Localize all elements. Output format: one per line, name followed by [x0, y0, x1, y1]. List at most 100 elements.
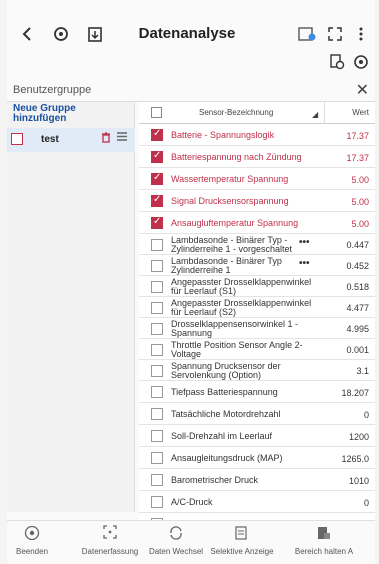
dataset-icon[interactable] — [297, 24, 317, 44]
sensor-value: 5.00 — [351, 175, 369, 185]
sensor-name: Angepasster Drosselklappenwinkel für Lee… — [171, 277, 312, 296]
swap-button[interactable]: Daten Wechsel — [141, 525, 211, 556]
row-checkbox[interactable] — [151, 302, 163, 314]
export-icon[interactable] — [85, 24, 105, 44]
menu-icon[interactable] — [117, 132, 127, 144]
sensor-name: Lambdasonde - Binärer Typ - Zylinderreih… — [171, 235, 293, 254]
row-checkbox[interactable] — [151, 365, 163, 377]
sensor-value: 0.518 — [346, 282, 369, 292]
table-row[interactable]: Angepasster Drosselklappenwinkel für Lee… — [139, 276, 375, 297]
sensor-name: Ansaugleitungsdruck (MAP) — [171, 453, 283, 463]
row-checkbox[interactable] — [151, 386, 163, 398]
bottom-toolbar: Beenden Datenerfassung Daten Wechsel Sel… — [7, 520, 375, 564]
row-checkbox[interactable] — [151, 430, 163, 442]
column-header-value[interactable]: Wert — [352, 108, 369, 117]
filter-button[interactable]: Selektive Anzeige — [207, 525, 277, 556]
sensor-value: 0.001 — [346, 345, 369, 355]
page-title: Datenanalyse — [138, 25, 236, 42]
stop-icon — [0, 525, 67, 543]
sort-icon[interactable]: ◢ — [312, 110, 318, 119]
sensor-name: Batteriespannung nach Zündung — [171, 152, 302, 162]
table-row[interactable]: Batterie - Spannungslogik 17.37 — [139, 124, 375, 146]
table-row[interactable]: Batteriespannung nach Zündung 17.37 — [139, 146, 375, 168]
row-checkbox[interactable] — [151, 452, 163, 464]
sensor-value: 17.37 — [346, 153, 369, 163]
capture-button[interactable]: Datenerfassung — [75, 525, 145, 556]
table-header: Sensor-Bezeichnung ◢ Wert — [139, 102, 375, 124]
document-settings-icon[interactable] — [327, 52, 347, 72]
row-checkbox[interactable] — [151, 323, 163, 335]
capture-label: Datenerfassung — [81, 547, 139, 556]
table-row[interactable]: Angepasster Drosselklappenwinkel für Lee… — [139, 297, 375, 318]
sensor-name: Tiefpass Batteriespannung — [171, 387, 278, 397]
row-checkbox[interactable] — [151, 194, 163, 207]
trash-icon[interactable] — [101, 132, 111, 146]
hold-button[interactable]: Bereich halten A — [289, 525, 359, 556]
row-checkbox[interactable] — [151, 496, 163, 508]
table-row[interactable]: A/C-Druck 0 — [139, 491, 375, 513]
back-icon[interactable] — [17, 24, 37, 44]
swap-label: Daten Wechsel — [148, 547, 204, 556]
sensor-value: 0 — [363, 498, 369, 508]
row-checkbox[interactable] — [151, 128, 163, 141]
sensor-value: 1010 — [348, 476, 369, 486]
user-group-label: Benutzergruppe — [13, 84, 92, 96]
table-row[interactable]: Ansaugluftemperatur Spannung 5.00 — [139, 212, 375, 234]
row-checkbox[interactable] — [151, 239, 163, 251]
column-header-name[interactable]: Sensor-Bezeichnung — [199, 108, 273, 117]
sensor-value: 5.00 — [351, 197, 369, 207]
table-row[interactable]: Soll-Drehzahl im Leerlauf 1200 — [139, 425, 375, 447]
row-checkbox[interactable] — [151, 474, 163, 486]
app-frame: Datenanalyse Benutzergruppe ✕ Neue Grupp… — [7, 0, 375, 564]
stop-button[interactable]: Beenden — [0, 525, 67, 556]
settings-icon[interactable] — [51, 24, 71, 44]
capture-icon — [75, 525, 145, 543]
table-row[interactable]: Spannung Drucksensor der Servolenkung (O… — [139, 360, 375, 381]
table-row[interactable]: Ansaugleitungsdruck (MAP) 1265.0 — [139, 447, 375, 469]
sensor-value: 0.452 — [346, 261, 369, 271]
user-group-header: Benutzergruppe ✕ — [7, 80, 375, 102]
row-checkbox[interactable] — [151, 260, 163, 272]
table-row[interactable]: Wassertemperatur Spannung 5.00 — [139, 168, 375, 190]
group-checkbox[interactable] — [11, 133, 23, 145]
table-row[interactable]: Drosselklappensensorwinkel 1 - Spannung 4… — [139, 318, 375, 339]
group-item[interactable]: test — [7, 128, 135, 152]
table-row[interactable]: Barometrischer Druck 1010 — [139, 469, 375, 491]
row-checkbox[interactable] — [151, 408, 163, 420]
row-checkbox[interactable] — [151, 172, 163, 185]
sensor-value: 0 — [363, 410, 369, 420]
sensor-name: Throttle Position Sensor Angle 2- Voltag… — [171, 340, 303, 359]
table-row[interactable]: Lambdasonde - Binärer Typ Zylinderreihe … — [139, 255, 375, 276]
row-checkbox[interactable] — [151, 150, 163, 163]
select-all-checkbox[interactable] — [151, 107, 162, 118]
sensor-table: Sensor-Bezeichnung ◢ Wert Batterie - Spa… — [139, 102, 375, 535]
more-options-icon[interactable]: ••• — [299, 237, 310, 248]
sensor-name: Wassertemperatur Spannung — [171, 174, 289, 184]
add-group-link[interactable]: Neue Gruppe hinzufügen — [13, 104, 123, 124]
table-row[interactable]: Lambdasonde - Binärer Typ - Zylinderreih… — [139, 234, 375, 255]
sub-toolbar — [7, 50, 375, 74]
table-row[interactable]: Tatsächliche Motordrehzahl 0 — [139, 403, 375, 425]
fullscreen-icon[interactable] — [325, 24, 345, 44]
row-checkbox[interactable] — [151, 344, 163, 356]
table-row[interactable]: Tiefpass Batteriespannung 18.207 — [139, 381, 375, 403]
sensor-name: Signal Drucksensorspannung — [171, 196, 289, 206]
stop-label: Beenden — [15, 547, 49, 556]
table-row[interactable]: Signal Drucksensorspannung 5.00 — [139, 190, 375, 212]
more-options-icon[interactable]: ••• — [299, 258, 310, 269]
sensor-name: Tatsächliche Motordrehzahl — [171, 409, 281, 419]
sensor-name: Lambdasonde - Binärer Typ Zylinderreihe … — [171, 256, 282, 275]
filter-label: Selektive Anzeige — [210, 547, 274, 556]
sensor-name: Spannung Drucksensor der Servolenkung (O… — [171, 361, 281, 380]
more-icon[interactable] — [351, 24, 371, 44]
sensor-name: Batterie - Spannungslogik — [171, 130, 275, 140]
top-bar: Datenanalyse — [7, 20, 375, 48]
close-icon[interactable]: ✕ — [356, 80, 369, 100]
sensor-value: 4.477 — [346, 303, 369, 313]
row-checkbox[interactable] — [151, 216, 163, 229]
row-checkbox[interactable] — [151, 281, 163, 293]
sensor-name: Barometrischer Druck — [171, 475, 259, 485]
column-divider — [324, 102, 325, 124]
table-row[interactable]: Throttle Position Sensor Angle 2- Voltag… — [139, 339, 375, 360]
refresh-icon[interactable] — [351, 52, 371, 72]
